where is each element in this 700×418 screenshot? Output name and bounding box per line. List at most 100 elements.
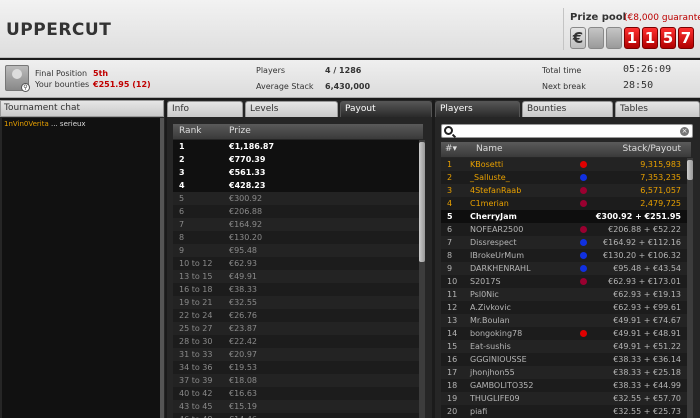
chat-username: 1nVin0Verita [4, 120, 49, 128]
player-row[interactable]: 13 Mr.Boulan €49.91 + €74.67 [441, 314, 687, 327]
player-row[interactable]: 14 bongoking78 €49.91 + €48.91 [441, 327, 687, 340]
payout-rank: 34 to 36 [179, 363, 213, 372]
payout-rank: 22 to 24 [179, 311, 213, 320]
player-name: S2017S [470, 277, 501, 286]
player-row[interactable]: 17 jhonjhon55 €38.33 + €25.18 [441, 366, 687, 379]
player-row[interactable]: 20 piafi €32.55 + €25.73 [441, 405, 687, 418]
payout-prize: €62.93 [229, 259, 257, 268]
player-row[interactable]: 10 S2017S €62.93 + €173.01 [441, 275, 687, 288]
payout-prize: €20.97 [229, 350, 257, 359]
payout-prize: €428.23 [229, 181, 266, 190]
clear-icon[interactable]: × [680, 127, 689, 136]
column-header-rank[interactable]: Rank [179, 124, 202, 139]
bounty-marker-icon [580, 226, 587, 233]
column-header-name[interactable]: Name [476, 142, 503, 157]
player-rank: 7 [447, 238, 453, 247]
player-rank: 15 [447, 342, 458, 351]
player-rank: 3 [447, 186, 453, 195]
column-header-prize[interactable]: Prize [229, 124, 251, 139]
tab-payout[interactable]: Payout [340, 101, 432, 117]
chat-text: ... serieux [51, 120, 86, 128]
player-rank: 8 [447, 251, 453, 260]
prize-pool-digit: 1 [624, 27, 640, 49]
player-row[interactable]: 9 DARKHENRAHL €95.48 + €43.54 [441, 262, 687, 275]
currency-digit: € [570, 27, 586, 49]
player-name: piafi [470, 407, 488, 416]
chat-log[interactable]: 1nVin0Verita ... serieux [2, 118, 160, 418]
chat-panel: Tournament chat 1nVin0Verita ... serieux [0, 100, 165, 418]
player-row[interactable]: 7 Dissrespect €164.92 + €112.16 [441, 236, 687, 249]
payout-prize: €19.53 [229, 363, 257, 372]
payout-prize: €206.88 [229, 207, 263, 216]
players-scrollbar[interactable] [687, 158, 693, 418]
payout-prize: €95.48 [229, 246, 257, 255]
payout-scroll-thumb[interactable] [419, 142, 425, 262]
column-header-number[interactable]: #▾ [445, 142, 457, 157]
prize-pool-digit: 7 [678, 27, 694, 49]
payout-prize: €32.55 [229, 298, 257, 307]
player-stack-payout: €62.93 + €99.61 [613, 303, 681, 312]
bounties-value: €251.95 (12) [93, 80, 151, 89]
player-row[interactable]: 3 4StefanRaab 6,571,057 [441, 184, 687, 197]
payout-rank: 9 [179, 246, 185, 255]
payout-row: 6 €206.88 [173, 205, 419, 218]
player-stack-payout: €38.33 + €44.99 [613, 381, 681, 390]
prize-pool-digit [606, 27, 622, 49]
player-name: bongoking78 [470, 329, 523, 338]
bounty-marker-icon [580, 252, 587, 259]
payout-rank: 1 [179, 142, 185, 151]
player-stack-payout: €38.33 + €36.14 [613, 355, 681, 364]
player-stack-payout: €62.93 + €19.13 [613, 290, 681, 299]
payout-rank: 16 to 18 [179, 285, 213, 294]
players-scroll-thumb[interactable] [687, 160, 693, 180]
payout-row: 40 to 42 €16.63 [173, 387, 419, 400]
tab-info[interactable]: Info [167, 101, 243, 117]
chat-scrollbar[interactable] [160, 118, 164, 418]
player-rank: 11 [447, 290, 458, 299]
player-row[interactable]: 5 CherryJam €300.92 + €251.95 [441, 210, 687, 223]
avatar[interactable]: ⚲ [5, 65, 30, 92]
player-stack-payout: €95.48 + €43.54 [613, 264, 681, 273]
payout-panel: Info Levels Payout Rank Prize 1 €1,186.87… [167, 100, 432, 418]
player-name: KBosetti [470, 160, 504, 169]
payout-prize: €770.39 [229, 155, 266, 164]
right-tabs: Players Bounties Tables [435, 100, 700, 117]
prize-pool-digit [588, 27, 604, 49]
player-search-input[interactable]: × [441, 124, 693, 138]
players-table-header: #▾ Name Stack/Payout [441, 142, 691, 157]
payout-rank: 5 [179, 194, 185, 203]
tab-bounties[interactable]: Bounties [522, 101, 613, 117]
player-stack-payout: 7,353,235 [640, 173, 681, 182]
payout-prize: €22.42 [229, 337, 257, 346]
player-row[interactable]: 16 GGGINIOUSSE €38.33 + €36.14 [441, 353, 687, 366]
player-row[interactable]: 19 THUGLIFE09 €32.55 + €57.70 [441, 392, 687, 405]
player-name: Eat-sushis [470, 342, 511, 351]
column-header-stack-payout[interactable]: Stack/Payout [622, 142, 681, 157]
player-row[interactable]: 15 Eat-sushis €49.91 + €51.22 [441, 340, 687, 353]
payout-prize: €49.91 [229, 272, 257, 281]
payout-prize: €14.46 [229, 413, 257, 418]
players-value: 4 / 1286 [325, 66, 362, 75]
player-name: GAMBOLITO352 [470, 381, 534, 390]
tab-tables[interactable]: Tables [615, 101, 700, 117]
tab-levels[interactable]: Levels [245, 101, 338, 117]
player-row[interactable]: 8 IBrokeUrMum €130.20 + €106.32 [441, 249, 687, 262]
payout-row: 1 €1,186.87 [173, 140, 419, 153]
player-row[interactable]: 11 Psl0Nic €62.93 + €19.13 [441, 288, 687, 301]
payout-prize: €16.63 [229, 389, 257, 398]
player-row[interactable]: 6 NOFEAR2500 €206.88 + €52.22 [441, 223, 687, 236]
bounty-marker-icon [580, 278, 587, 285]
payout-rank: 40 to 42 [179, 389, 213, 398]
player-rank: 14 [447, 329, 458, 338]
player-row[interactable]: 1 KBosetti 9,315,983 [441, 158, 687, 171]
player-row[interactable]: 12 A.Zivkovic €62.93 + €99.61 [441, 301, 687, 314]
player-row[interactable]: 2 _Salluste_ 7,353,235 [441, 171, 687, 184]
tab-players[interactable]: Players [435, 101, 520, 117]
magnifier-icon: ⚲ [21, 83, 30, 92]
player-stack-payout: €49.91 + €48.91 [613, 329, 681, 338]
payout-prize: €561.33 [229, 168, 266, 177]
player-row[interactable]: 18 GAMBOLITO352 €38.33 + €44.99 [441, 379, 687, 392]
payout-row: 43 to 45 €15.19 [173, 400, 419, 413]
payout-scrollbar[interactable] [419, 140, 425, 418]
player-row[interactable]: 4 C1merian 2,479,725 [441, 197, 687, 210]
